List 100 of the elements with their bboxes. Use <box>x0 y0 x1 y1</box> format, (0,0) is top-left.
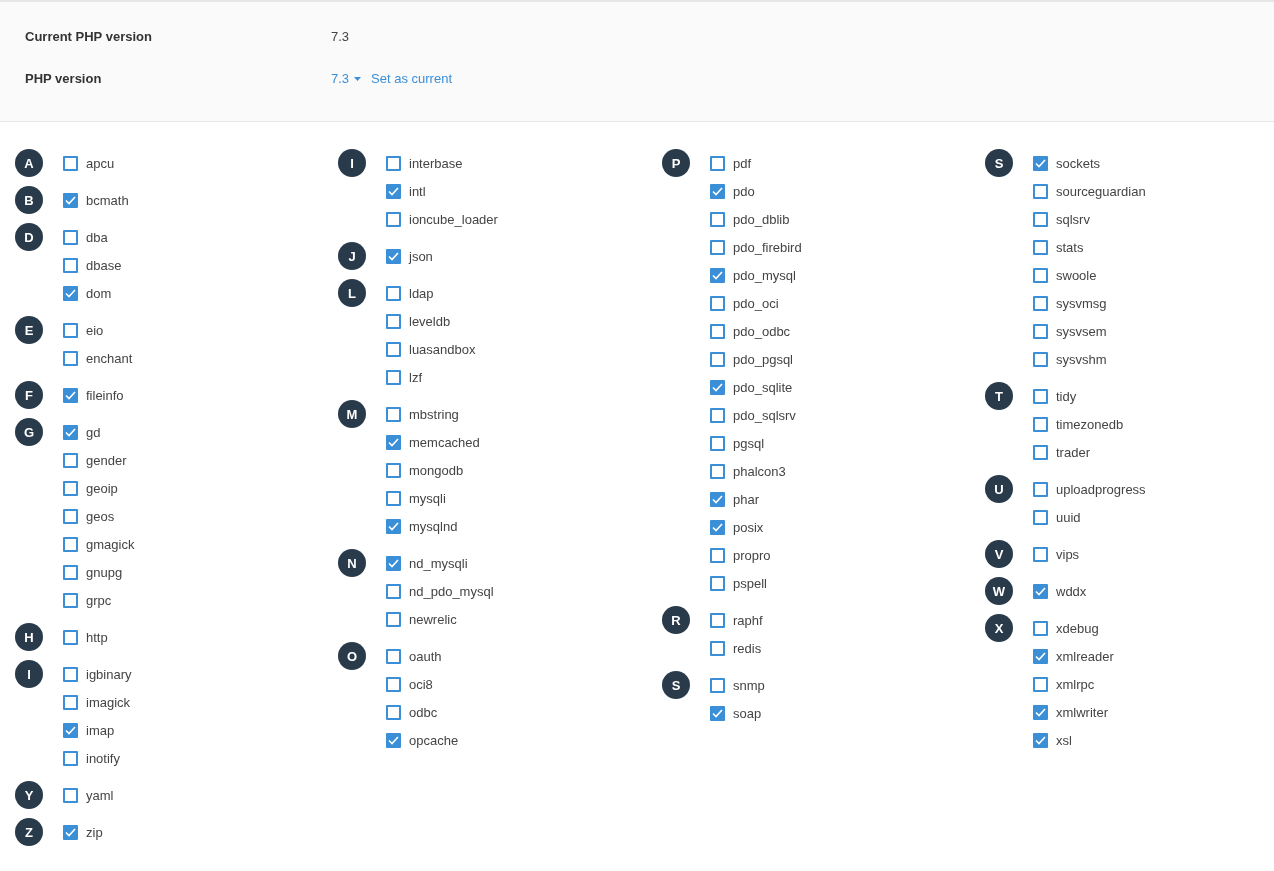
letter-badge: I <box>15 660 43 688</box>
checkbox[interactable] <box>1033 416 1048 432</box>
extension-name: uploadprogress <box>1056 481 1146 497</box>
checkbox[interactable] <box>63 192 78 208</box>
checkbox[interactable] <box>1033 183 1048 199</box>
extension-name: pspell <box>733 575 767 591</box>
checkbox[interactable] <box>710 379 725 395</box>
checkbox[interactable] <box>63 285 78 301</box>
checkbox[interactable] <box>710 519 725 535</box>
checkbox[interactable] <box>386 676 401 692</box>
checkbox[interactable] <box>1033 732 1048 748</box>
checkbox[interactable] <box>386 462 401 478</box>
checkbox[interactable] <box>386 583 401 599</box>
checkbox[interactable] <box>710 211 725 227</box>
checkbox[interactable] <box>1033 155 1048 171</box>
extension-name: soap <box>733 705 762 721</box>
checkbox[interactable] <box>386 648 401 664</box>
extension-name: ldap <box>409 285 434 301</box>
checkbox[interactable] <box>386 732 401 748</box>
extension-name: xmlreader <box>1056 648 1114 664</box>
set-as-current-link[interactable]: Set as current <box>371 71 452 86</box>
version-dropdown[interactable]: 7.3 <box>331 71 362 86</box>
extension-name: mysqlnd <box>409 518 458 534</box>
checkbox[interactable] <box>63 229 78 245</box>
checkbox[interactable] <box>710 239 725 255</box>
checkbox[interactable] <box>386 611 401 627</box>
checkbox[interactable] <box>1033 676 1048 692</box>
checkbox[interactable] <box>710 351 725 367</box>
checkbox[interactable] <box>63 387 78 403</box>
checkbox[interactable] <box>386 211 401 227</box>
extension-name: igbinary <box>86 666 132 682</box>
checkbox[interactable] <box>710 435 725 451</box>
checkbox[interactable] <box>386 341 401 357</box>
checkbox[interactable] <box>63 155 78 171</box>
checkbox[interactable] <box>386 369 401 385</box>
checkbox[interactable] <box>710 183 725 199</box>
checkbox[interactable] <box>1033 444 1048 460</box>
checkbox[interactable] <box>1033 620 1048 636</box>
checkbox[interactable] <box>386 285 401 301</box>
checkbox[interactable] <box>63 322 78 338</box>
checkbox[interactable] <box>710 267 725 283</box>
checkbox[interactable] <box>710 295 725 311</box>
checkbox[interactable] <box>63 480 78 496</box>
checkbox[interactable] <box>63 629 78 645</box>
checkbox[interactable] <box>1033 351 1048 367</box>
checkbox[interactable] <box>1033 267 1048 283</box>
checkbox[interactable] <box>386 248 401 264</box>
checkbox[interactable] <box>386 434 401 450</box>
checkbox[interactable] <box>386 555 401 571</box>
checkbox[interactable] <box>1033 239 1048 255</box>
checkbox[interactable] <box>710 491 725 507</box>
checkbox[interactable] <box>386 183 401 199</box>
letter-badge: S <box>662 671 690 699</box>
checkbox[interactable] <box>386 704 401 720</box>
checkbox[interactable] <box>1033 295 1048 311</box>
checkbox[interactable] <box>710 407 725 423</box>
checkbox[interactable] <box>63 787 78 803</box>
checkbox[interactable] <box>63 666 78 682</box>
checkbox[interactable] <box>1033 211 1048 227</box>
checkbox[interactable] <box>63 750 78 766</box>
checkbox[interactable] <box>386 155 401 171</box>
checkbox[interactable] <box>63 694 78 710</box>
checkbox[interactable] <box>1033 546 1048 562</box>
setting-label: PHP version <box>25 71 103 86</box>
checkbox[interactable] <box>710 640 725 656</box>
checkbox[interactable] <box>710 323 725 339</box>
letter-badge: A <box>15 149 43 177</box>
checkbox[interactable] <box>386 406 401 422</box>
checkbox[interactable] <box>1033 323 1048 339</box>
checkbox[interactable] <box>710 677 725 693</box>
checkbox[interactable] <box>386 313 401 329</box>
checkbox[interactable] <box>63 824 78 840</box>
extension-name: stats <box>1056 239 1084 255</box>
checkbox[interactable] <box>63 350 78 366</box>
checkbox[interactable] <box>63 508 78 524</box>
checkbox[interactable] <box>386 518 401 534</box>
checkbox[interactable] <box>1033 648 1048 664</box>
checkbox[interactable] <box>710 612 725 628</box>
checkbox[interactable] <box>710 463 725 479</box>
extension-name: apcu <box>86 155 115 171</box>
checkbox[interactable] <box>63 536 78 552</box>
checkbox[interactable] <box>710 575 725 591</box>
checkbox[interactable] <box>1033 388 1048 404</box>
checkbox[interactable] <box>386 490 401 506</box>
checkbox[interactable] <box>63 424 78 440</box>
checkbox[interactable] <box>710 705 725 721</box>
extension-name: http <box>86 629 108 645</box>
checkbox[interactable] <box>1033 583 1048 599</box>
checkbox[interactable] <box>1033 509 1048 525</box>
extension-name: sysvsem <box>1056 323 1107 339</box>
checkbox[interactable] <box>1033 704 1048 720</box>
checkbox[interactable] <box>710 547 725 563</box>
extension-name: propro <box>733 547 771 563</box>
checkbox[interactable] <box>63 722 78 738</box>
checkbox[interactable] <box>710 155 725 171</box>
checkbox[interactable] <box>1033 481 1048 497</box>
checkbox[interactable] <box>63 564 78 580</box>
checkbox[interactable] <box>63 257 78 273</box>
checkbox[interactable] <box>63 452 78 468</box>
checkbox[interactable] <box>63 592 78 608</box>
